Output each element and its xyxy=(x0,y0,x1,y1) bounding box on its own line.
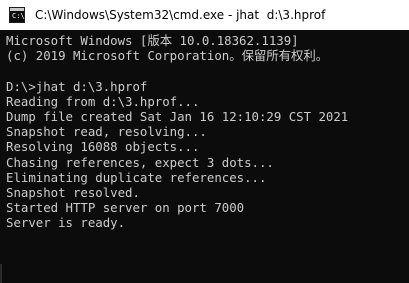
window-title: C:\Windows\System32\cmd.exe - jhat d:\3.… xyxy=(35,8,326,22)
console-output[interactable]: Microsoft Windows [版本 10.0.18362.1139] (… xyxy=(0,33,409,283)
cmd-icon-prompt: C:\ xyxy=(12,12,25,20)
cmd-window: C:\ C:\Windows\System32\cmd.exe - jhat d… xyxy=(0,0,409,283)
console-line: D:\>jhat d:\3.hprof xyxy=(6,78,148,94)
cmd-icon-bar xyxy=(10,8,24,11)
console-line: Chasing references, expect 3 dots... xyxy=(6,154,274,170)
console-line: Snapshot resolved. xyxy=(6,184,140,200)
scrollbar-edge[interactable] xyxy=(0,264,2,283)
console-line: Started HTTP server on port 7000 xyxy=(6,200,245,216)
console-line: Server is ready. xyxy=(6,215,126,231)
console-line: Dump file created Sat Jan 16 12:10:29 CS… xyxy=(6,108,349,124)
console-line: Reading from d:\3.hprof... xyxy=(6,93,200,109)
console-line: (c) 2019 Microsoft Corporation。保留所有权利。 xyxy=(6,48,329,64)
console-line: Eliminating duplicate references... xyxy=(6,169,267,185)
console-line: Snapshot read, resolving... xyxy=(6,124,207,140)
console-line: Resolving 16088 objects... xyxy=(6,139,200,155)
console-line: Microsoft Windows [版本 10.0.18362.1139] xyxy=(6,33,299,48)
title-bar[interactable]: C:\ C:\Windows\System32\cmd.exe - jhat d… xyxy=(0,0,409,30)
cmd-icon: C:\ xyxy=(9,7,25,23)
